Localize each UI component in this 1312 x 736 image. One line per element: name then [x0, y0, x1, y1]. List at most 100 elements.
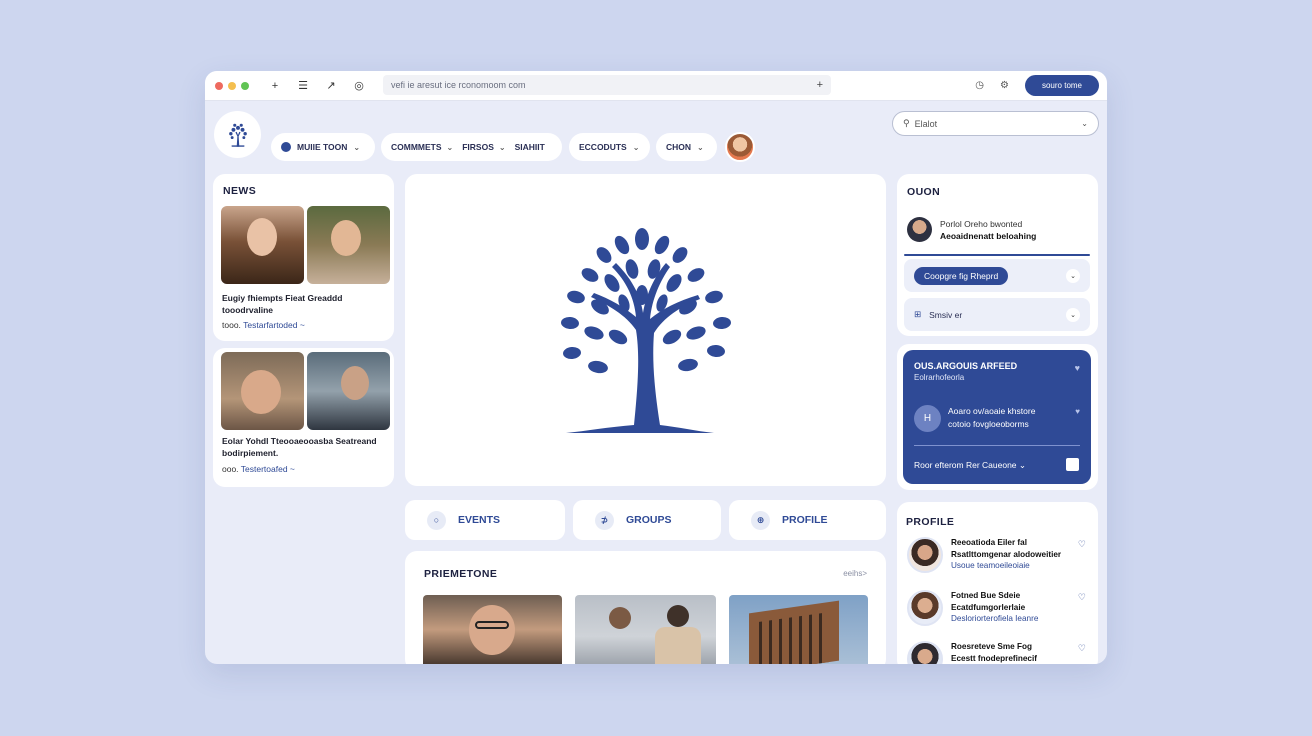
news-photo[interactable]: [307, 206, 390, 284]
divider: [914, 445, 1080, 446]
groups-button[interactable]: ⊅ GROUPS: [573, 500, 721, 540]
nav-pill-label: CHON: [666, 142, 692, 152]
profile-name: Roesreteve Sme Fog: [951, 642, 1032, 651]
sort-select[interactable]: ⊞ Smsiv er ⌄: [904, 298, 1090, 331]
profile-name: Fotned Bue Sdeie: [951, 591, 1021, 600]
person-subtitle: Porlol Oreho bwonted: [940, 218, 1023, 229]
sign-in-button[interactable]: souro tome: [1025, 75, 1099, 96]
nav-pill-siahiit[interactable]: SIAHIIT: [515, 142, 545, 152]
chevron-down-icon: ⌄: [1018, 460, 1027, 470]
profile-list-item[interactable]: Roesreteve Sme Fog Ecestt fnodeprefineci…: [907, 641, 1071, 664]
heart-icon[interactable]: ♡: [1078, 539, 1086, 550]
add-tab-icon[interactable]: +: [817, 79, 823, 91]
user-avatar[interactable]: [725, 132, 755, 162]
site-logo[interactable]: [214, 111, 261, 158]
promo-footer-label: Roor efterom Rer Caueone: [914, 460, 1017, 470]
maximize-window-dot[interactable]: [241, 81, 249, 90]
avatar: H: [914, 405, 941, 432]
profile-label: PROFILE: [782, 514, 828, 526]
promo-card[interactable]: OUS.ARGOUIS ARFEED Eolrarhofeorla ♥ H Ao…: [903, 350, 1091, 484]
chevron-down-icon: ⌄: [498, 142, 506, 152]
groups-icon: ⊅: [595, 510, 614, 530]
promo-footer[interactable]: Roor efterom Rer Caueone ⌄: [914, 460, 1026, 471]
nav-pill-group[interactable]: COMMMETS ⌄ FIRSOS ⌄ SIAHIIT: [381, 133, 562, 161]
news-photo[interactable]: [221, 352, 304, 430]
news-meta-link[interactable]: Testarfartoded: [243, 320, 297, 330]
featured-photo[interactable]: [729, 595, 868, 664]
nav-pill-muiie-toon[interactable]: MUIIE TOON ⌄: [271, 133, 375, 161]
nav-pill-firsos[interactable]: FIRSOS: [462, 142, 494, 152]
profile-role: Ecestt fnodeprefinecif: [951, 653, 1037, 663]
grid-icon: ⊞: [914, 309, 922, 319]
close-window-dot[interactable]: [215, 81, 223, 90]
news-photo[interactable]: [307, 352, 390, 430]
news-meta-suffix: ~: [299, 320, 305, 330]
news-photo[interactable]: [221, 206, 304, 284]
new-tab-icon[interactable]: +: [268, 80, 282, 92]
category-select[interactable]: Coopgre fig Rheprd ⌄: [904, 259, 1090, 292]
address-bar[interactable]: vefi ie aresut ice rconomoom com +: [383, 75, 831, 95]
heart-icon[interactable]: ♥: [1075, 363, 1080, 373]
news-card[interactable]: NEWS Eugiy fhiempts Fieat Greaddd tooodr…: [213, 174, 394, 341]
profile-role: Ecatdfumgorlerlaie: [951, 602, 1026, 612]
heart-icon[interactable]: ♡: [1078, 643, 1086, 654]
profile-button[interactable]: ⊕ PROFILE: [729, 500, 886, 540]
profile-icon: ⊕: [751, 510, 770, 530]
browser-toolbar: + ☰ ↗ ◎ vefi ie aresut ice rconomoom com…: [205, 71, 1107, 101]
chevron-down-icon: ⌄: [446, 142, 454, 152]
avatar: [907, 590, 943, 626]
checkbox[interactable]: [1066, 458, 1079, 471]
promo-line: Aoaro ov/aoaie khstore: [948, 406, 1036, 416]
heart-icon[interactable]: ♡: [1078, 592, 1086, 603]
events-label: EVENTS: [458, 514, 501, 526]
chevron-down-icon: ⌄: [632, 142, 640, 152]
nav-pill-chon[interactable]: CHON ⌄: [656, 133, 717, 161]
news-meta-link[interactable]: Testertoafed: [241, 464, 288, 474]
avatar: [907, 537, 943, 573]
right-panel-title: OUON: [907, 186, 941, 198]
chevron-down-icon[interactable]: ⌄: [1066, 268, 1080, 283]
nav-pill-label: MUIIE TOON: [297, 142, 348, 152]
search-icon: ⚲: [903, 118, 910, 128]
news-meta-prefix: tooo.: [222, 320, 241, 330]
nav-pill-eccoduts[interactable]: ECCODUTS ⌄: [569, 133, 650, 161]
chevron-down-icon: ⌄: [1081, 119, 1088, 128]
back-icon[interactable]: ↗: [324, 79, 338, 92]
person-row[interactable]: Porlol Oreho bwonted Aeoaidnenatt beloah…: [907, 217, 1036, 242]
news-headline[interactable]: Eolar Yohdl Tteooaeooasba Seatreand bodi…: [222, 435, 382, 459]
events-button[interactable]: ○ EVENTS: [405, 500, 565, 540]
search-placeholder: Elalot: [914, 118, 938, 129]
nav-pill-commmets[interactable]: COMMMETS: [391, 142, 442, 152]
chevron-down-icon: ⌄: [353, 142, 361, 152]
featured-photo[interactable]: [575, 595, 716, 664]
avatar: [907, 217, 932, 242]
featured-photo[interactable]: [423, 595, 562, 664]
browser-window: + ☰ ↗ ◎ vefi ie aresut ice rconomoom com…: [205, 71, 1107, 664]
selected-chip[interactable]: Coopgre fig Rheprd: [914, 266, 1009, 285]
globe-icon[interactable]: ◎: [352, 79, 366, 92]
news-headline[interactable]: Eugiy fhiempts Fieat Greaddd tooodrvalin…: [222, 292, 382, 316]
profile-link[interactable]: Usoue teamoeileoiaie: [951, 560, 1071, 572]
nav-dot-icon: [281, 142, 291, 152]
search-input[interactable]: ⚲ Elalot ⌄: [892, 111, 1099, 136]
profile-card: PROFILE Reeoatioda Eiler fal Rsatlttomge…: [897, 502, 1098, 664]
profile-list-item[interactable]: Fotned Bue Sdeie Ecatdfumgorlerlaie Desl…: [907, 590, 1071, 626]
news-meta: tooo. Testarfartoded ~: [222, 320, 305, 330]
avatar: [907, 641, 943, 664]
heart-icon[interactable]: ♥: [1075, 407, 1080, 416]
profile-list-item[interactable]: Reeoatioda Eiler fal Rsatlttomgenar alod…: [907, 537, 1071, 573]
minimize-window-dot[interactable]: [228, 81, 236, 90]
nav-pill-label: ECCODUTS: [579, 142, 627, 152]
url-text: vefi ie aresut ice rconomoom com: [391, 80, 526, 90]
chevron-down-icon[interactable]: ⌄: [1066, 307, 1080, 322]
menu-icon[interactable]: ☰: [296, 79, 310, 92]
tree-illustration: [560, 228, 731, 433]
person-name: Aeoaidnenatt beloahing: [940, 230, 1037, 241]
see-more-link[interactable]: eeihs>: [843, 569, 867, 578]
hero-banner: [405, 174, 886, 486]
news-card[interactable]: Eolar Yohdl Tteooaeooasba Seatreand bodi…: [213, 348, 394, 487]
promo-line: cotoio fovgloeoborms: [948, 419, 1029, 429]
profile-link[interactable]: Desloriorterofiela Ieanre: [951, 613, 1071, 625]
settings-icon[interactable]: ⚙: [1000, 80, 1009, 91]
clock-icon[interactable]: ◷: [975, 80, 984, 91]
